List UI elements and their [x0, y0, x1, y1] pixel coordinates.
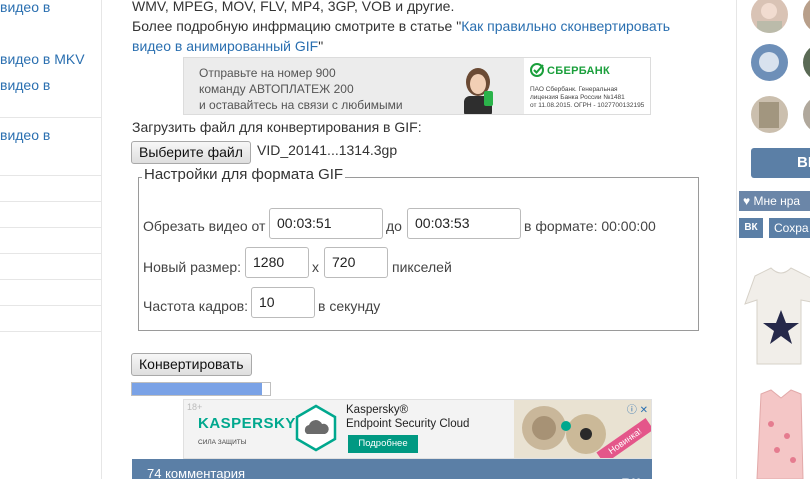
- converter-main: WMV, MPEG, MOV, FLV, MP4, 3GP, VOB и дру…: [102, 0, 736, 479]
- sidebar-link-3[interactable]: видео в: [0, 77, 50, 93]
- sidebar-divider: [0, 201, 101, 202]
- kaspersky-title: Kaspersky® Endpoint Security Cloud: [346, 404, 470, 430]
- trim-label: Обрезать видео от: [143, 218, 266, 234]
- heart-icon: ♥: [743, 194, 754, 208]
- star-tshirt-product-image[interactable]: [737, 264, 810, 374]
- sidebar-divider: [0, 279, 101, 280]
- intro-text: WMV, MPEG, MOV, FLV, MP4, 3GP, VOB и дру…: [132, 0, 692, 56]
- more-info: Более подробную инфрмацию смотрите в ста…: [132, 18, 671, 54]
- width-input[interactable]: 1280: [245, 247, 309, 278]
- fps-unit: в секунду: [318, 298, 381, 314]
- member-avatar[interactable]: [803, 96, 810, 133]
- fps-label: Частота кадров:: [143, 298, 249, 314]
- vk-logo-icon: ВК: [621, 468, 640, 479]
- size-label: Новый размер:: [143, 259, 242, 275]
- comments-count: 74 комментария: [147, 466, 245, 479]
- upload-label: Загрузить файл для конвертирования в GIF…: [132, 119, 422, 135]
- kaspersky-ad-banner[interactable]: 18+ KASPERSKYlab СИЛА ЗАЩИТЫ Kaspersky® …: [183, 399, 652, 459]
- convert-button[interactable]: Конвертировать: [131, 353, 252, 376]
- member-avatar[interactable]: [803, 0, 810, 33]
- sberbank-check-icon: [530, 63, 544, 77]
- gif-settings-legend: Настройки для формата GIF: [142, 166, 346, 183]
- selected-file-name: VID_20141...1314.3gp: [257, 142, 398, 158]
- sber-ad-text: Отправьте на номер 900 команду АВТОПЛАТЕ…: [199, 66, 403, 112]
- vk-join-button[interactable]: ВК: [751, 148, 810, 178]
- fps-input[interactable]: 10: [251, 287, 315, 318]
- sber-legal-text: ПАО Сбербанк. Генеральная лицензия Банка…: [530, 86, 645, 109]
- progress-fill: [132, 383, 262, 395]
- woman-with-phone-image: [464, 68, 493, 114]
- sidebar-divider: [0, 305, 101, 306]
- member-avatar[interactable]: [751, 44, 788, 81]
- supported-formats: WMV, MPEG, MOV, FLV, MP4, 3GP, VOB и дру…: [132, 0, 455, 14]
- comments-header: 74 комментария ВК: [132, 459, 652, 479]
- member-avatar[interactable]: [803, 44, 810, 81]
- trim-from-input[interactable]: 00:03:51: [269, 208, 383, 239]
- trim-to-input[interactable]: 00:03:53: [407, 208, 521, 239]
- save-button[interactable]: Сохра: [769, 218, 810, 238]
- kaspersky-tagline: СИЛА ЗАЩИТЫ: [198, 439, 247, 446]
- member-avatar[interactable]: [751, 0, 788, 33]
- time-format-hint: в формате: 00:00:00: [524, 218, 656, 234]
- kaspersky-more-button[interactable]: Подробнее: [348, 435, 418, 453]
- sberbank-logo: СБЕРБАНК: [530, 63, 610, 77]
- like-button[interactable]: ♥ Мне нра: [739, 191, 810, 211]
- sidebar-divider: [0, 253, 101, 254]
- conversion-progress-bar: [131, 382, 271, 396]
- sidebar-divider: [0, 175, 101, 176]
- height-input[interactable]: 720: [324, 247, 388, 278]
- sidebar-link-mkv[interactable]: видео в MKV: [0, 51, 85, 67]
- vk-small-icon: ВК: [739, 218, 763, 238]
- sidebar-link-1[interactable]: видео в: [0, 0, 50, 15]
- ad-close-icon[interactable]: ⓘ ✕: [627, 401, 648, 416]
- floral-top-product-image[interactable]: [737, 384, 810, 479]
- left-sidebar: видео в видео в MKV видео в видео в: [0, 0, 102, 479]
- age-rating: 18+: [187, 402, 203, 412]
- trim-to-label: до: [386, 218, 402, 234]
- sidebar-divider: [0, 331, 101, 332]
- size-unit: пикселей: [392, 259, 452, 275]
- sidebar-divider: [0, 117, 101, 118]
- right-sidebar: ВК ♥ Мне нра ВК Сохра: [736, 0, 810, 479]
- sber-logo-panel: СБЕРБАНК ПАО Сбербанк. Генеральная лицен…: [524, 58, 650, 114]
- member-avatar[interactable]: [751, 96, 788, 133]
- size-separator: x: [312, 259, 319, 275]
- choose-file-button[interactable]: Выберите файл: [131, 141, 251, 164]
- sidebar-link-4[interactable]: видео в: [0, 127, 50, 143]
- sidebar-divider: [0, 227, 101, 228]
- sberbank-ad-banner[interactable]: Отправьте на номер 900 команду АВТОПЛАТЕ…: [183, 57, 651, 115]
- kaspersky-logo: KASPERSKYlab: [198, 415, 308, 432]
- cloud-hexagon-icon: [295, 404, 337, 452]
